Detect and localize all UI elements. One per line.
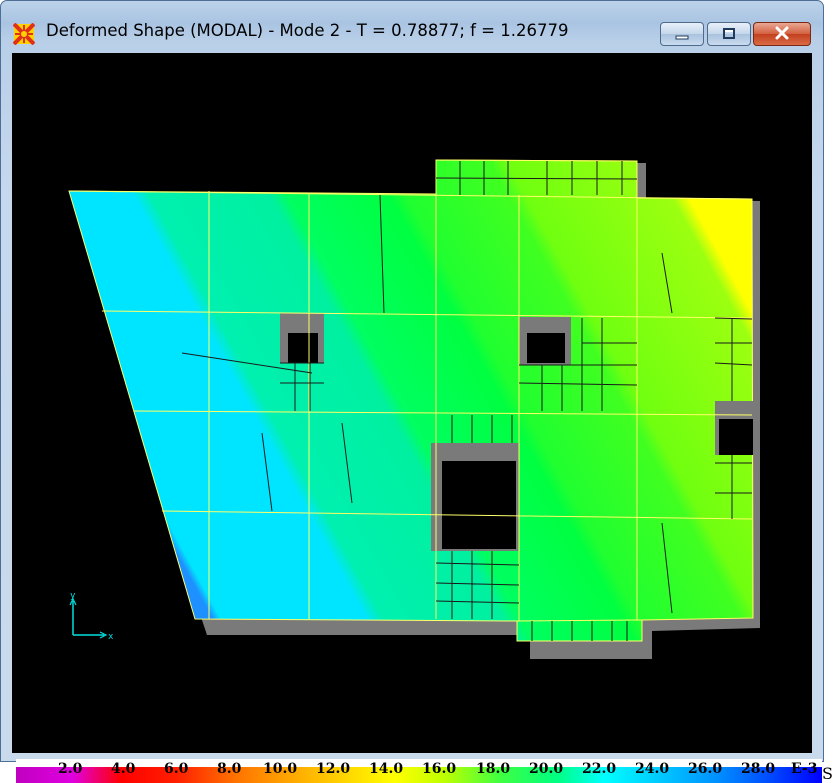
minimize-icon [675,25,689,44]
legend-label: 2.0 [58,761,83,777]
legend-label: 18.0 [476,761,511,777]
maximize-icon [722,25,736,44]
close-icon [774,25,790,44]
legend-label: 8.0 [217,761,242,777]
legend-label: 12.0 [316,761,351,777]
deformed-shape-window: Deformed Shape (MODAL) - Mode 2 - T = 0.… [0,0,824,762]
legend-label: 26.0 [688,761,723,777]
legend-label: 22.0 [582,761,617,777]
legend-label: 16.0 [422,761,457,777]
contour-legend: 2.0 4.0 6.0 8.0 10.0 12.0 14.0 16.0 18.0… [16,759,822,783]
legend-label: 6.0 [164,761,189,777]
close-button[interactable] [753,22,811,46]
axis-triad: y x [69,591,114,642]
window-title: Deformed Shape (MODAL) - Mode 2 - T = 0.… [46,21,569,40]
legend-label: 10.0 [263,761,298,777]
legend-label: 28.0 [741,761,776,777]
legend-label: 14.0 [369,761,404,777]
maximize-button[interactable] [707,22,751,46]
legend-label: 20.0 [529,761,564,777]
minimize-button[interactable] [660,22,704,46]
legend-exponent: E-3 [791,761,818,777]
legend-label: 24.0 [635,761,670,777]
legend-label: 4.0 [111,761,136,777]
sap2000-icon[interactable] [12,22,36,46]
y-axis-label: y [70,591,76,601]
legend-units: S [822,764,833,783]
x-axis-label: x [108,632,114,642]
deformed-slab [68,159,754,642]
model-viewport[interactable]: y x [12,53,812,753]
title-bar[interactable]: Deformed Shape (MODAL) - Mode 2 - T = 0.… [1,1,823,46]
deformed-shape-plot: y x [68,159,760,659]
